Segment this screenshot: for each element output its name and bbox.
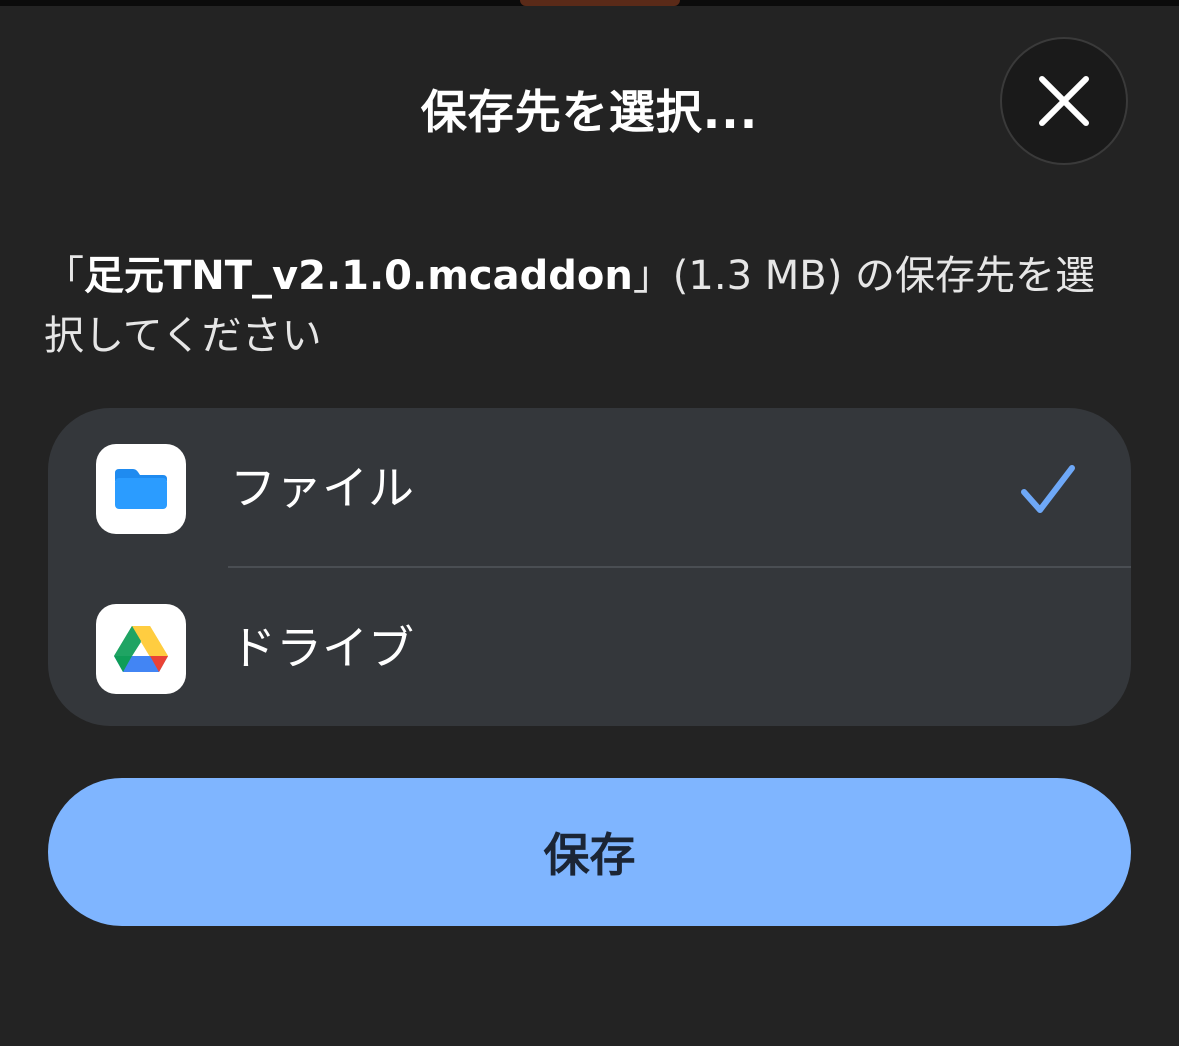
file-name: 足元TNT_v2.1.0.mcaddon [84, 253, 633, 299]
save-destination-sheet: 保存先を選択... 「足元TNT_v2.1.0.mcaddon」(1.3 MB)… [0, 6, 1179, 1046]
files-folder-icon [115, 469, 167, 509]
google-drive-icon [114, 626, 168, 672]
dialog-description: 「足元TNT_v2.1.0.mcaddon」(1.3 MB) の保存先を選択して… [44, 246, 1134, 366]
destination-option-files[interactable]: ファイル [48, 408, 1131, 566]
destination-label-files: ファイル [230, 461, 414, 515]
destination-option-drive[interactable]: ドライブ [48, 568, 1131, 726]
save-button[interactable]: 保存 [48, 778, 1131, 926]
files-app-icon [96, 444, 186, 534]
description-prefix: 「 [44, 253, 84, 299]
checkmark-icon [1021, 465, 1075, 513]
drive-app-icon [96, 604, 186, 694]
destination-label-drive: ドライブ [230, 621, 414, 675]
close-icon [1039, 76, 1089, 126]
close-button[interactable] [1000, 37, 1128, 165]
destination-list: ファイル ドライブ [48, 408, 1131, 726]
